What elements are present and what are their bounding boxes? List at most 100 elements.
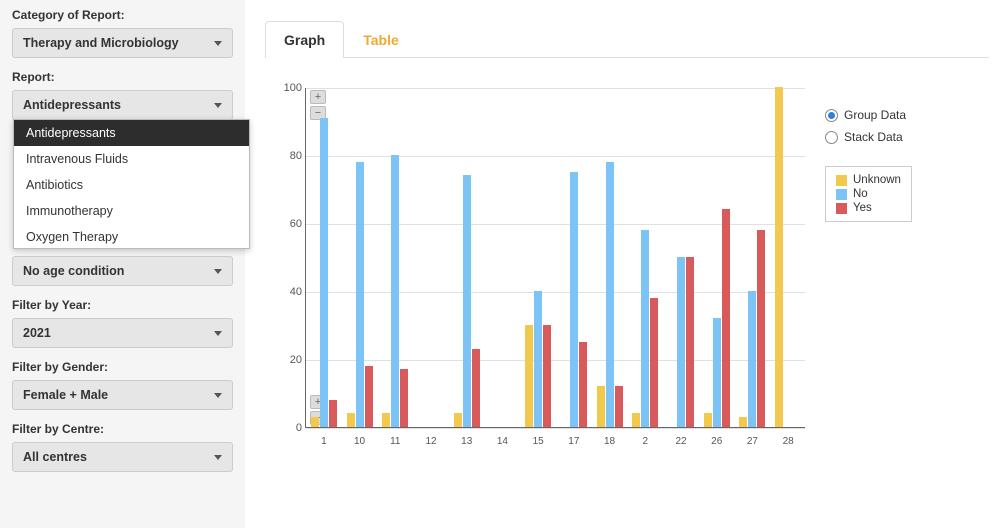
bar-no[interactable]	[570, 172, 578, 427]
x-tick-label: 15	[533, 436, 544, 447]
bar-yes[interactable]	[615, 386, 623, 427]
radio-icon	[825, 131, 838, 144]
bar-yes[interactable]	[365, 366, 373, 427]
bar-no[interactable]	[463, 175, 471, 427]
y-tick-label: 20	[276, 354, 302, 366]
y-tick-label: 60	[276, 218, 302, 230]
bar-unknown[interactable]	[597, 386, 605, 427]
bar-yes[interactable]	[472, 349, 480, 427]
x-tick-label: 10	[354, 436, 365, 447]
bar-unknown[interactable]	[382, 413, 390, 427]
bar-unknown[interactable]	[632, 413, 640, 427]
centre-label: Filter by Centre:	[12, 422, 233, 436]
main-panel: Graph Table + − + − 02040608010011011121…	[245, 0, 999, 528]
legend-label-yes: Yes	[853, 202, 872, 214]
chevron-down-icon	[214, 393, 222, 398]
bar-unknown[interactable]	[311, 417, 319, 427]
swatch-yes	[836, 203, 847, 214]
group-data-radio[interactable]: Group Data	[825, 108, 912, 122]
bar-yes[interactable]	[686, 257, 694, 427]
year-label: Filter by Year:	[12, 298, 233, 312]
gender-label: Filter by Gender:	[12, 360, 233, 374]
x-tick-label: 14	[497, 436, 508, 447]
bar-unknown[interactable]	[525, 325, 533, 427]
y-tick-label: 0	[276, 422, 302, 434]
bar-unknown[interactable]	[347, 413, 355, 427]
bar-unknown[interactable]	[704, 413, 712, 427]
y-tick-label: 40	[276, 286, 302, 298]
centre-dropdown[interactable]: All centres	[12, 442, 233, 472]
bar-no[interactable]	[391, 155, 399, 427]
sidebar: Category of Report: Therapy and Microbio…	[0, 0, 245, 528]
x-tick-label: 13	[461, 436, 472, 447]
bar-unknown[interactable]	[775, 87, 783, 427]
bar-yes[interactable]	[543, 325, 551, 427]
bar-no[interactable]	[356, 162, 364, 427]
report-dropdown-list: AntidepressantsIntravenous FluidsAntibio…	[13, 119, 250, 249]
report-option[interactable]: Immunotherapy	[14, 198, 249, 224]
report-option[interactable]: Intravenous Fluids	[14, 146, 249, 172]
tab-graph[interactable]: Graph	[265, 21, 344, 58]
x-tick-label: 11	[390, 436, 400, 447]
x-tick-label: 17	[568, 436, 579, 447]
swatch-unknown	[836, 175, 847, 186]
chevron-down-icon	[214, 103, 222, 108]
x-tick-label: 18	[604, 436, 615, 447]
chart-plot-area: + − + − 02040608010011011121314151718222…	[305, 88, 805, 428]
zoom-y-controls: + −	[310, 90, 326, 120]
swatch-no	[836, 189, 847, 200]
age-value: No age condition	[23, 264, 124, 278]
legend-item-unknown[interactable]: Unknown	[836, 173, 901, 187]
bar-yes[interactable]	[329, 400, 337, 427]
chevron-down-icon	[214, 455, 222, 460]
stack-data-label: Stack Data	[844, 130, 903, 144]
report-option[interactable]: Antibiotics	[14, 172, 249, 198]
legend-item-yes[interactable]: Yes	[836, 201, 901, 215]
bar-yes[interactable]	[722, 209, 730, 427]
report-label: Report:	[12, 70, 233, 84]
gender-value: Female + Male	[23, 388, 108, 402]
report-option[interactable]: Antidepressants	[14, 120, 249, 146]
category-label: Category of Report:	[12, 8, 233, 22]
bar-no[interactable]	[748, 291, 756, 427]
bar-no[interactable]	[320, 118, 328, 427]
bar-unknown[interactable]	[739, 417, 747, 427]
category-dropdown[interactable]: Therapy and Microbiology	[12, 28, 233, 58]
tab-bar: Graph Table	[265, 20, 989, 58]
bar-yes[interactable]	[757, 230, 765, 427]
report-option[interactable]: Oxygen Therapy	[14, 224, 249, 249]
x-tick-label: 1	[321, 436, 327, 447]
bar-yes[interactable]	[579, 342, 587, 427]
chevron-down-icon	[214, 331, 222, 336]
bar-no[interactable]	[641, 230, 649, 427]
bar-no[interactable]	[677, 257, 685, 427]
report-value: Antidepressants	[23, 98, 121, 112]
report-dropdown[interactable]: Antidepressants AntidepressantsIntraveno…	[12, 90, 233, 120]
age-dropdown[interactable]: No age condition	[12, 256, 233, 286]
bar-unknown[interactable]	[454, 413, 462, 427]
legend-item-no[interactable]: No	[836, 187, 901, 201]
year-value: 2021	[23, 326, 51, 340]
y-tick-label: 100	[276, 82, 302, 94]
x-tick-label: 2	[643, 436, 649, 447]
x-tick-label: 22	[675, 436, 686, 447]
tab-table[interactable]: Table	[344, 21, 418, 58]
bar-no[interactable]	[534, 291, 542, 427]
x-tick-label: 26	[711, 436, 722, 447]
zoom-in-y-button[interactable]: +	[310, 90, 326, 104]
year-dropdown[interactable]: 2021	[12, 318, 233, 348]
chart-controls: Group Data Stack Data Unknown No Yes	[825, 88, 912, 222]
legend-label-no: No	[853, 188, 868, 200]
bar-no[interactable]	[606, 162, 614, 427]
bar-yes[interactable]	[650, 298, 658, 427]
gender-dropdown[interactable]: Female + Male	[12, 380, 233, 410]
bar-no[interactable]	[713, 318, 721, 427]
legend-label-unknown: Unknown	[853, 174, 901, 186]
stack-data-radio[interactable]: Stack Data	[825, 130, 912, 144]
radio-icon	[825, 109, 838, 122]
bar-yes[interactable]	[400, 369, 408, 427]
y-tick-label: 80	[276, 150, 302, 162]
chevron-down-icon	[214, 41, 222, 46]
group-data-label: Group Data	[844, 108, 906, 122]
chevron-down-icon	[214, 269, 222, 274]
